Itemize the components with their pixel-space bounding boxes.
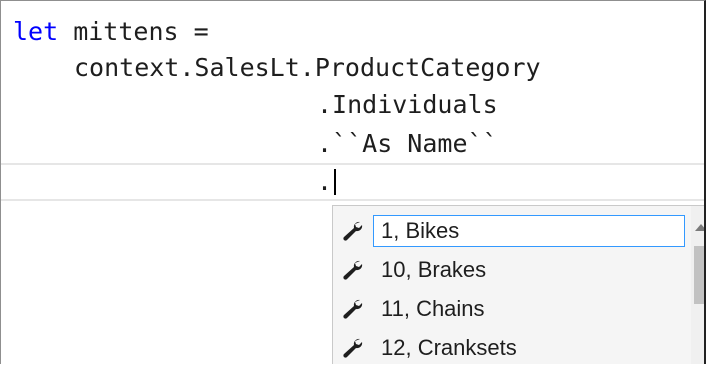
wrench-icon [343,221,363,241]
completion-item[interactable]: 10, Brakes [333,251,683,289]
wrench-icon [343,338,363,358]
completion-scrollbar[interactable] [691,206,704,364]
wrench-icon [343,299,363,319]
completion-item[interactable]: 12, Cranksets [333,329,683,364]
code-line-4: .``As Name`` [317,129,498,158]
current-line-highlight [1,163,704,201]
code-line-5: . [317,167,333,196]
scroll-thumb[interactable] [694,246,704,304]
scroll-up-arrow-icon[interactable] [695,224,704,231]
completion-item-label: 11, Chains [381,296,485,321]
identifier-mittens: mittens [58,17,194,46]
assign-operator: = [193,17,209,46]
completion-item-label: 10, Brakes [381,257,487,282]
text-caret [334,169,336,195]
code-line-1: let mittens = [13,13,209,51]
completion-item-label: 1, Bikes [381,218,460,243]
code-line-3: .Individuals [317,90,498,119]
completion-item[interactable]: 11, Chains [333,290,683,328]
completion-item[interactable]: 1, Bikes [333,212,685,250]
keyword-let: let [13,17,59,46]
completion-list[interactable]: 1, Bikes 10, Brakes 11, Chains 12, Crank… [332,205,704,364]
wrench-icon [343,260,363,280]
code-line-2: context.SalesLt.ProductCategory [74,53,541,82]
code-editor[interactable]: let mittens = context.SalesLt.ProductCat… [0,0,706,364]
completion-item-label: 12, Cranksets [381,335,517,360]
